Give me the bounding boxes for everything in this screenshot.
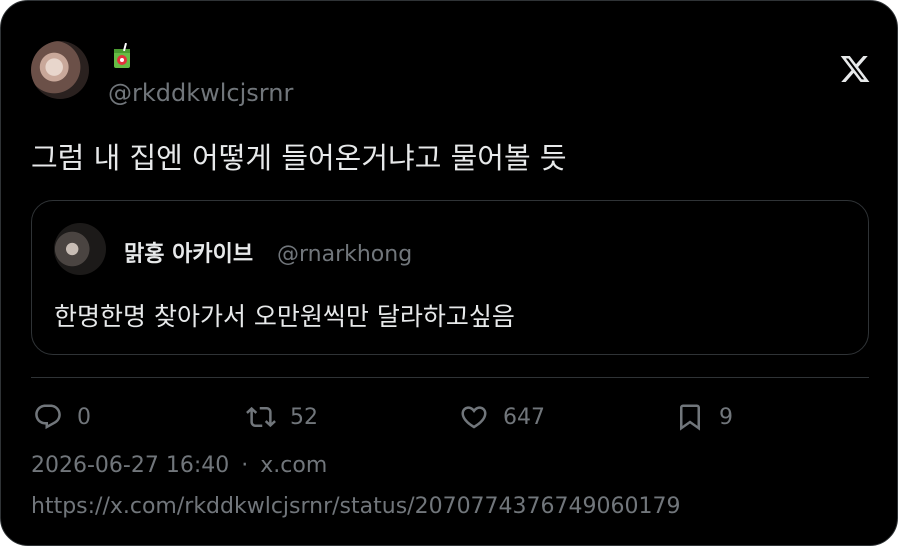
quoted-author-handle[interactable]: @rnarkhong xyxy=(277,241,412,269)
retweet-button[interactable]: 52 xyxy=(246,400,318,434)
quoted-author-name[interactable]: 맑홍 아카이브 xyxy=(124,241,253,269)
bookmark-button[interactable]: 9 xyxy=(675,400,733,434)
bookmark-count: 9 xyxy=(719,404,733,430)
timestamp[interactable]: 2026-06-27 16:40 xyxy=(31,453,229,478)
retweet-icon xyxy=(246,406,276,428)
divider xyxy=(31,377,869,378)
reply-button[interactable]: 0 xyxy=(33,400,91,434)
tweet-url[interactable]: https://x.com/rkddkwlcjsrnr/status/20707… xyxy=(31,493,681,521)
separator: · xyxy=(241,453,249,478)
reply-icon xyxy=(35,404,61,430)
avatar[interactable] xyxy=(31,41,89,99)
quoted-text: 한명한명 찾아가서 오만원씩만 달라하고싶음 xyxy=(54,302,515,331)
juice-box-icon xyxy=(114,43,130,68)
heart-icon xyxy=(461,406,487,429)
bookmark-icon xyxy=(680,404,700,431)
tweet-text: 그럼 내 집엔 어떻게 들어온거냐고 물어볼 듯 xyxy=(31,141,567,175)
reply-count: 0 xyxy=(77,404,91,430)
tweet-card: @rkddkwlcjsrnr 그럼 내 집엔 어떻게 들어온거냐고 물어볼 듯 … xyxy=(0,0,898,546)
like-count: 647 xyxy=(503,404,545,430)
quoted-avatar[interactable] xyxy=(54,223,106,275)
like-button[interactable]: 647 xyxy=(459,400,545,434)
author-handle[interactable]: @rkddkwlcjsrnr xyxy=(108,79,293,107)
x-logo-icon[interactable] xyxy=(839,53,871,85)
quoted-tweet[interactable]: 맑홍 아카이브 @rnarkhong 한명한명 찾아가서 오만원씩만 달라하고싶… xyxy=(31,200,869,355)
retweet-count: 52 xyxy=(290,404,318,430)
tweet-meta: 2026-06-27 16:40 · x.com xyxy=(31,452,327,480)
source-link[interactable]: x.com xyxy=(260,453,327,478)
